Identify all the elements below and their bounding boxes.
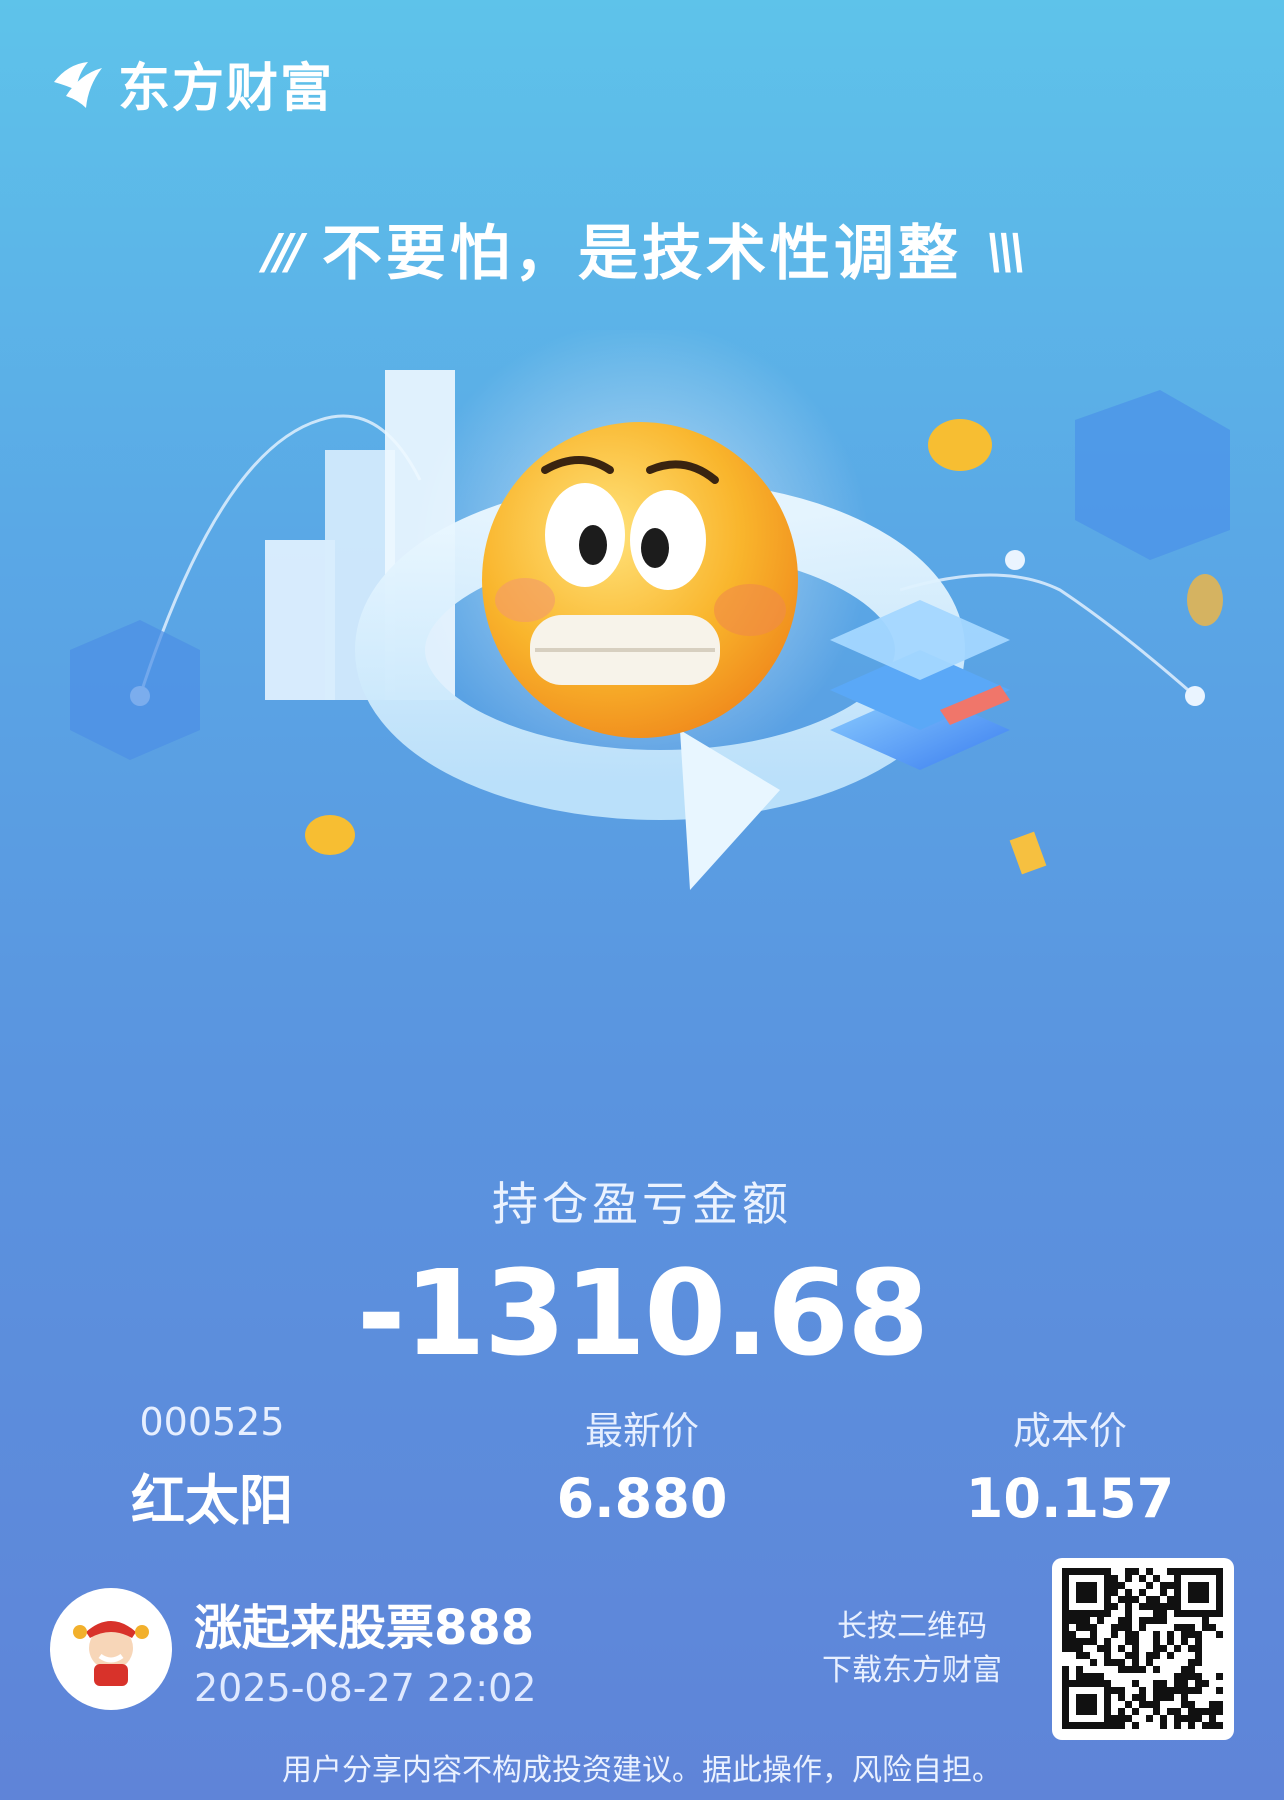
stock-code: 000525 xyxy=(139,1400,285,1444)
fortune-god-icon xyxy=(73,1621,149,1686)
cost-price-value: 10.157 xyxy=(965,1467,1175,1530)
coin xyxy=(1009,831,1047,875)
cube-left xyxy=(70,620,200,760)
qr-code-icon xyxy=(1062,1568,1223,1729)
latest-price-label: 最新价 xyxy=(584,1409,699,1453)
qr-tip-line1: 长按二维码 xyxy=(837,1609,987,1644)
cost-price-label: 成本价 xyxy=(1012,1409,1127,1453)
qr-tip: 长按二维码 下载东方财富 xyxy=(822,1605,1002,1693)
latest-price-value: 6.880 xyxy=(556,1467,728,1530)
coin xyxy=(1187,574,1223,626)
bar xyxy=(265,540,335,700)
slogan-text: 不要怕，是技术性调整 xyxy=(322,219,962,289)
share-timestamp: 2025-08-27 22:02 xyxy=(194,1666,537,1710)
latest-price: 最新价 6.880 xyxy=(492,1400,792,1530)
user-name: 涨起来股票888 xyxy=(194,1600,535,1656)
stock-info: 000525 红太阳 xyxy=(62,1400,362,1535)
worried-emoji xyxy=(482,422,798,738)
pnl-label: 持仓盈亏金额 xyxy=(492,1177,792,1231)
cube-right xyxy=(1075,390,1230,560)
brand: 东方财富 xyxy=(48,46,334,121)
brand-logo-icon xyxy=(54,61,102,108)
avatar[interactable] xyxy=(50,1588,172,1710)
user-profile: 涨起来股票888 2025-08-27 22:02 xyxy=(50,1588,536,1710)
share-card: 东方财富 /// 不要怕，是技术性调整 \\\ 持仓盈亏金额 -1310.68 0… xyxy=(0,0,1284,1800)
qr-tip-line2: 下载东方财富 xyxy=(822,1653,1002,1688)
pnl-value: -1310.68 xyxy=(356,1244,929,1382)
stock-name: 红太阳 xyxy=(131,1469,293,1532)
brand-name: 东方财富 xyxy=(118,59,335,119)
cost-price: 成本价 10.157 xyxy=(920,1400,1220,1530)
slogan: /// 不要怕，是技术性调整 \\\ xyxy=(0,205,1284,292)
coin xyxy=(928,419,992,471)
trend-dot xyxy=(1005,550,1025,570)
illustration xyxy=(70,330,1230,890)
slogan-left-marks: /// xyxy=(263,224,304,280)
slogan-right-marks: \\\ xyxy=(986,224,1027,280)
trend-dot xyxy=(1185,686,1205,706)
qr-code[interactable] xyxy=(1052,1558,1234,1740)
disclaimer: 用户分享内容不构成投资建议。据此操作，风险自担。 xyxy=(282,1753,1002,1788)
coin xyxy=(305,815,355,855)
